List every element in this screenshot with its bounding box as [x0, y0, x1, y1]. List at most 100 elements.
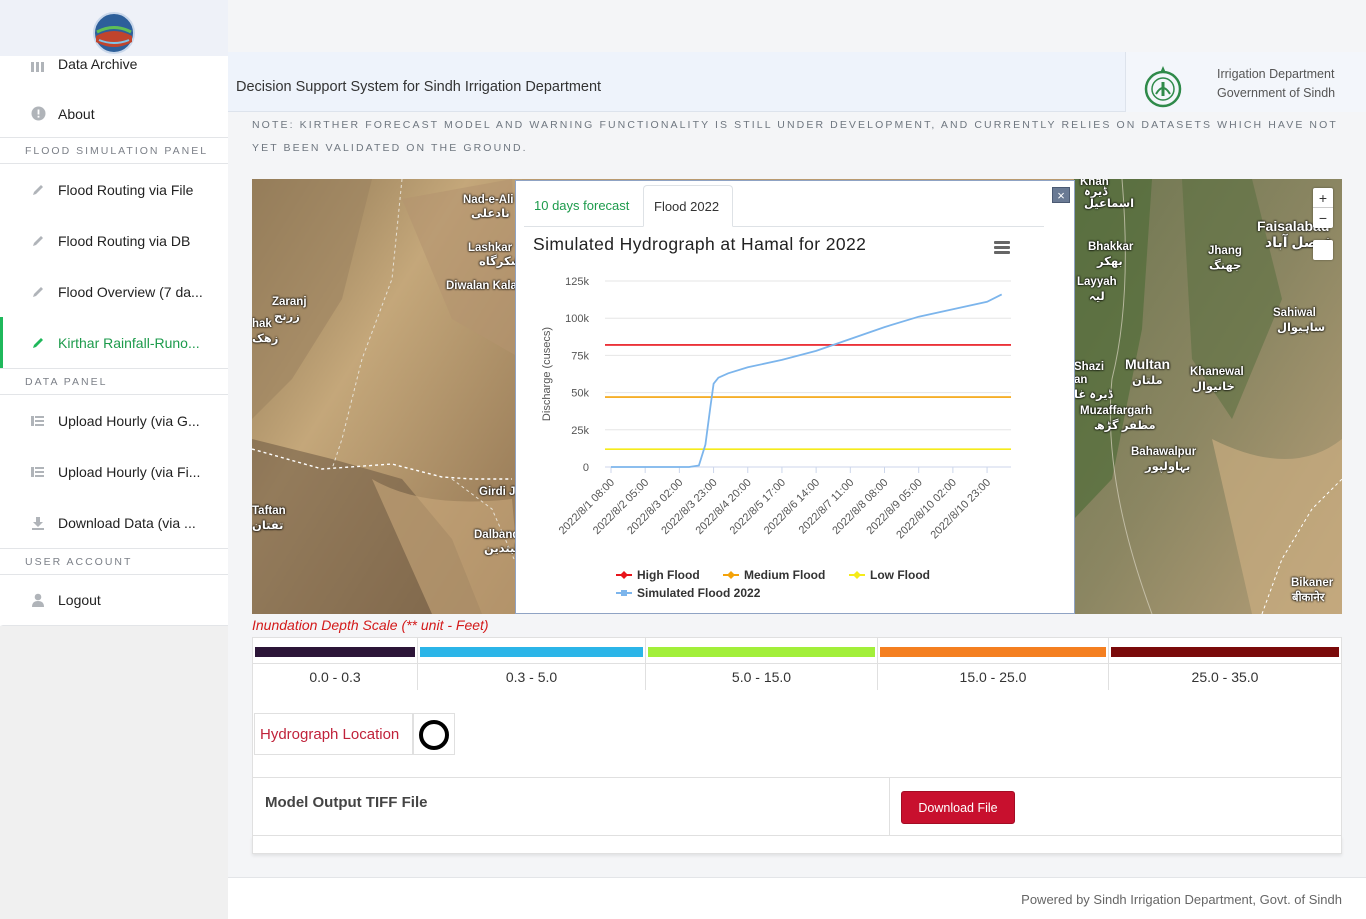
- scale-color-bar: [1111, 647, 1339, 657]
- sidebar-item-upload-hourly-g[interactable]: Upload Hourly (via G...: [0, 395, 228, 446]
- legend-label: Simulated Flood 2022: [637, 586, 761, 600]
- scale-range: 25.0 - 35.0: [1109, 638, 1341, 690]
- y-tick-label: 50k: [571, 388, 589, 400]
- map-label: بہاولپور: [1145, 461, 1191, 473]
- map-label: بھکر: [1097, 256, 1123, 268]
- y-tick-label: 25k: [571, 425, 589, 437]
- sidebar-item-upload-hourly-fi[interactable]: Upload Hourly (via Fi...: [0, 446, 228, 497]
- sidebar-item-data-archive[interactable]: Data Archive: [0, 56, 228, 90]
- app-logo-icon[interactable]: [91, 12, 137, 54]
- scale-color-bar: [420, 647, 643, 657]
- sidebar-item-label: Logout: [58, 592, 101, 608]
- scale-range-label: 0.0 - 0.3: [253, 663, 417, 690]
- row-divider: [889, 778, 890, 835]
- sidebar-item-logout[interactable]: Logout: [0, 575, 228, 626]
- sidebar: Data Archive About FLOOD SIMULATION PANE…: [0, 0, 228, 919]
- sidebar-item-label: Download Data (via ...: [58, 514, 196, 531]
- map-label: جھنگ: [1209, 260, 1242, 272]
- scale-range: 0.0 - 0.3: [253, 638, 418, 690]
- sidebar-item-download-data[interactable]: Download Data (via ...: [0, 497, 228, 548]
- zoom-in-button[interactable]: +: [1313, 188, 1333, 208]
- map-label: Nad-e-Ali: [463, 194, 514, 206]
- map-label: बीकानेर: [1292, 592, 1325, 604]
- scale-range: 5.0 - 15.0: [646, 638, 878, 690]
- y-axis-label: Discharge (cusecs): [541, 327, 553, 421]
- map-label: Bikaner: [1291, 577, 1334, 589]
- x-tick-label: 2022/8/10 23:00: [928, 477, 993, 542]
- map-label: لیہ: [1089, 291, 1105, 303]
- inundation-scale: 0.0 - 0.3 0.3 - 5.0 5.0 - 15.0 15.0 - 25…: [252, 637, 1342, 691]
- legend-marker: [727, 571, 735, 579]
- map-label: Lashkar: [468, 242, 513, 254]
- map-label: hak: [252, 318, 272, 330]
- map-label: Layyah: [1077, 276, 1117, 288]
- section-user-account: USER ACCOUNT: [0, 548, 228, 575]
- legend-label: Medium Flood: [744, 568, 825, 582]
- hydrograph-location-box: Hydrograph Location: [252, 690, 1342, 778]
- map-label: Diwalan Kala: [446, 280, 517, 292]
- info-icon: [30, 106, 46, 122]
- department-line1: Irrigation Department: [1217, 67, 1335, 81]
- download-file-button[interactable]: Download File: [901, 791, 1015, 824]
- map-label: Girdi J: [479, 486, 516, 498]
- sidebar-item-label: Kirthar Rainfall-Runo...: [58, 334, 200, 351]
- sidebar-item-label: Flood Overview (7 da...: [58, 283, 203, 300]
- scale-range-label: 5.0 - 15.0: [646, 663, 877, 690]
- map-label: تفتان: [252, 520, 284, 532]
- legend-marker: [620, 571, 628, 579]
- map-label: an: [1074, 374, 1088, 386]
- map-label: Bhakkar: [1088, 241, 1134, 253]
- sidebar-item-label: Flood Routing via File: [58, 181, 194, 198]
- map-label: Muzaffargarh: [1080, 405, 1153, 417]
- sidebar-item-flood-overview[interactable]: Flood Overview (7 da...: [0, 266, 228, 317]
- ring-icon: [419, 720, 449, 750]
- pencil-icon: [30, 233, 46, 249]
- tab-10-days-forecast[interactable]: 10 days forecast: [524, 185, 639, 227]
- sidebar-item-label: Flood Routing via DB: [58, 232, 191, 249]
- x-tick-label: 2022/8/10 02:00: [894, 477, 959, 542]
- hydrograph-location-symbol: [413, 713, 455, 755]
- department-text: Irrigation Department Government of Sind…: [1217, 65, 1335, 103]
- sidebar-item-kirthar-rainfall[interactable]: Kirthar Rainfall-Runo...: [0, 317, 228, 368]
- map-label: مظفر گڑھ: [1094, 420, 1156, 432]
- footer-text: Powered by Sindh Irrigation Department, …: [1021, 892, 1342, 907]
- sidebar-menu: Data Archive About FLOOD SIMULATION PANE…: [0, 56, 228, 626]
- map-label: خانیوال: [1192, 381, 1235, 393]
- hydrograph-chart: 0 25k 50k 75k 100k 125k Discharge (cusecs) 2022…: [541, 276, 1011, 600]
- sidebar-item-label: Data Archive: [58, 56, 138, 72]
- page-title: Decision Support System for Sindh Irriga…: [236, 79, 602, 95]
- map-label: Dalband: [474, 529, 520, 541]
- map-label: ملتان: [1132, 375, 1163, 387]
- legend-label: High Flood: [637, 568, 700, 582]
- map-label: نادعلی: [471, 208, 510, 220]
- section-flood-simulation: FLOOD SIMULATION PANEL: [0, 137, 228, 164]
- hydrograph-location-label: Hydrograph Location: [254, 713, 413, 755]
- scale-color-bar: [880, 647, 1106, 657]
- card-bottom: [252, 836, 1342, 854]
- section-data-panel: DATA PANEL: [0, 368, 228, 395]
- department-line2: Government of Sindh: [1217, 86, 1336, 100]
- tiff-download-row: Model Output TIFF File Download File: [252, 777, 1342, 836]
- sidebar-item-flood-routing-db[interactable]: Flood Routing via DB: [0, 215, 228, 266]
- tab-flood-2022[interactable]: Flood 2022: [643, 185, 733, 227]
- map-label: زهک: [252, 333, 279, 345]
- y-tick-label: 75k: [571, 350, 589, 362]
- sidebar-item-flood-routing-file[interactable]: Flood Routing via File: [0, 164, 228, 215]
- scale-color-bar: [648, 647, 875, 657]
- zoom-out-button[interactable]: −: [1313, 208, 1333, 228]
- chart-menu-icon[interactable]: [994, 241, 1010, 254]
- legend-label: Low Flood: [870, 568, 930, 582]
- map-label: Multan: [1125, 356, 1171, 372]
- sidebar-item-label: Upload Hourly (via G...: [58, 412, 200, 429]
- popup-close-button[interactable]: ×: [1052, 187, 1070, 203]
- y-tick-label: 125k: [565, 276, 589, 288]
- map-layer-button[interactable]: [1313, 240, 1333, 260]
- logo-area: [0, 0, 228, 60]
- map-label: Shazi: [1074, 361, 1105, 373]
- series-line: [611, 293, 1003, 468]
- legend-marker: [853, 571, 861, 579]
- inundation-scale-title: Inundation Depth Scale (** unit - Feet): [252, 617, 489, 633]
- chart-title: Simulated Hydrograph at Hamal for 2022: [533, 234, 867, 254]
- map-label: اسماعیل: [1084, 198, 1135, 210]
- sidebar-item-about[interactable]: About: [0, 90, 228, 137]
